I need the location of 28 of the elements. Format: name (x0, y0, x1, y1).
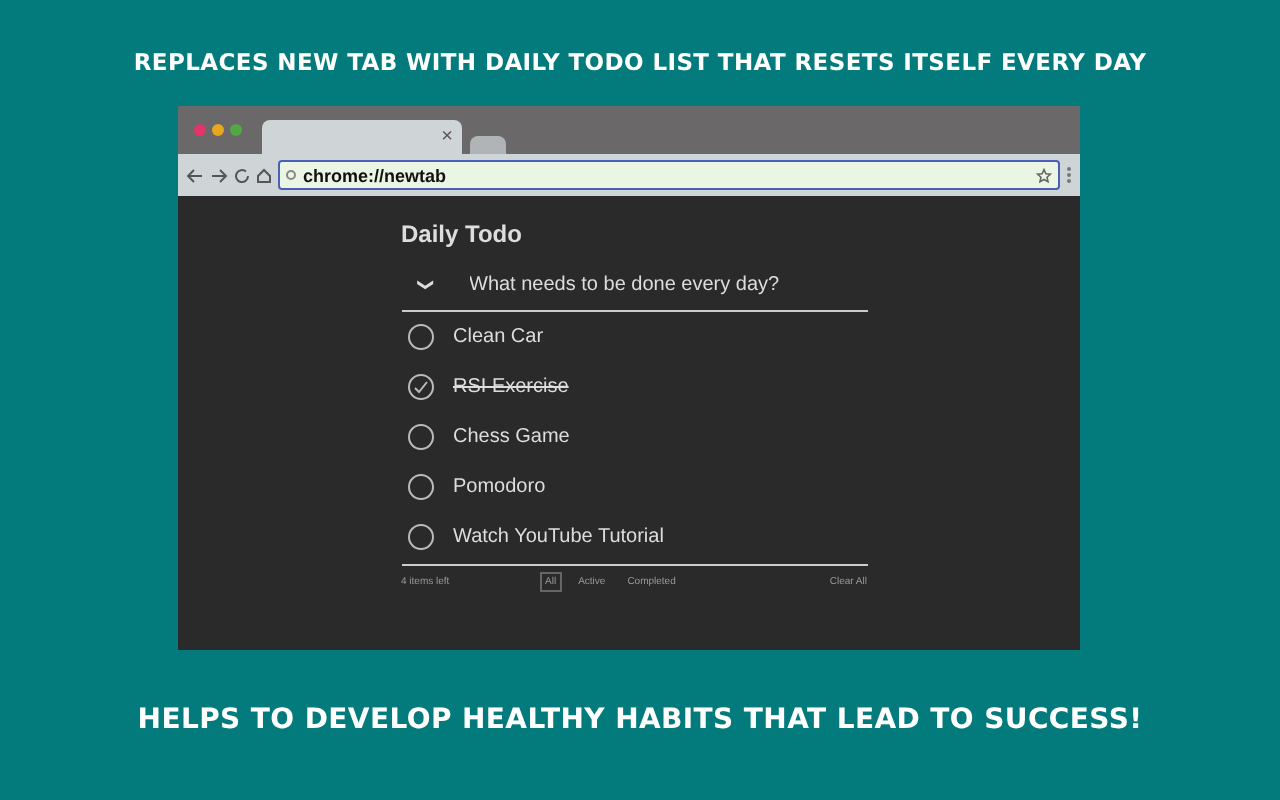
forward-icon[interactable] (209, 167, 227, 183)
todo-text: Watch YouTube Tutorial (453, 526, 664, 548)
home-icon[interactable] (255, 167, 271, 183)
toggle-all-icon[interactable]: ❯ (416, 273, 434, 297)
headline: HELPS TO DEVELOP HEALTHY HABITS THAT LEAD TO SUCCESS! (137, 704, 1143, 736)
back-icon[interactable] (185, 167, 203, 183)
app-title: Daily Todo (401, 220, 524, 248)
checkbox[interactable] (407, 374, 433, 400)
checkbox[interactable] (407, 524, 433, 550)
star-icon[interactable] (1035, 167, 1051, 183)
todo-text: Pomodoro (453, 476, 546, 498)
address-bar[interactable]: chrome://newtab (277, 160, 1059, 190)
reload-icon[interactable] (233, 167, 249, 183)
checkbox[interactable] (407, 324, 433, 350)
checkbox[interactable] (407, 424, 433, 450)
window-controls-icon (193, 124, 241, 136)
close-icon[interactable]: × (441, 126, 453, 148)
checkbox[interactable] (407, 474, 433, 500)
search-icon (285, 169, 297, 181)
todo-text: Chess Game (453, 426, 570, 448)
browser-tab[interactable] (469, 136, 505, 154)
browser-tab[interactable]: × (261, 120, 461, 154)
new-todo-field[interactable]: What needs to be done every day? (465, 272, 867, 298)
url-text: chrome://newtab (303, 165, 449, 185)
menu-icon[interactable] (1065, 166, 1071, 184)
todo-text: RSI Exercise (453, 376, 569, 398)
todo-text: Clean Car (453, 326, 544, 348)
headline: REPLACES NEW TAB WITH DAILY TODO LIST THAT RESETS ITSELF EVERY DAY (133, 48, 1147, 76)
